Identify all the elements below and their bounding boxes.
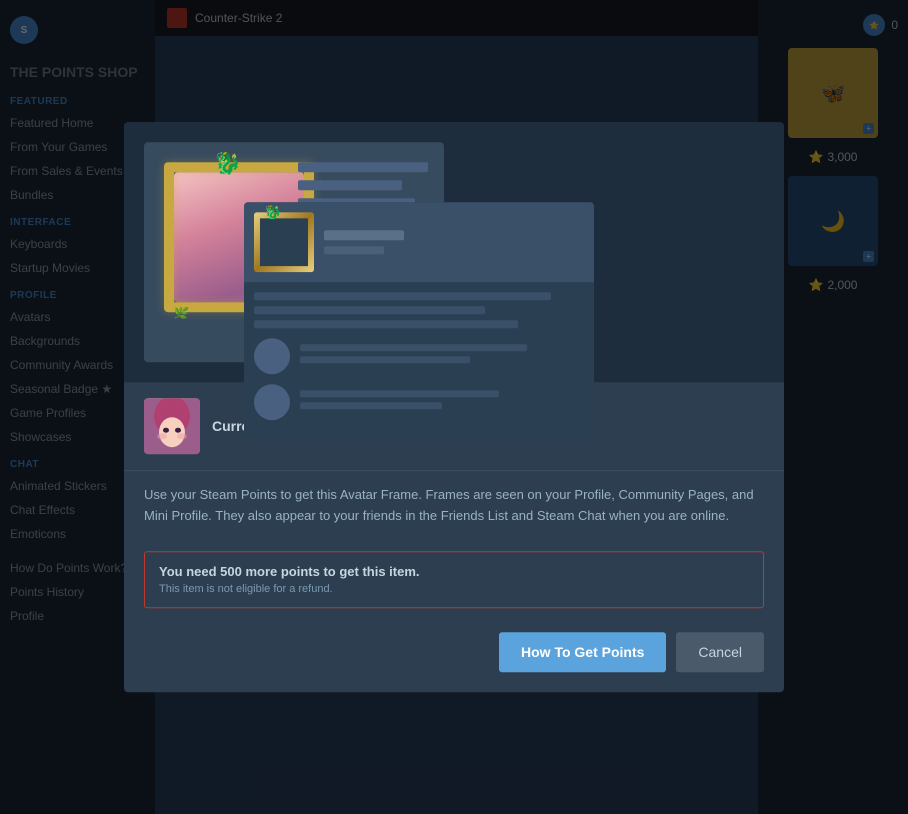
current-avatar [144, 398, 200, 454]
how-to-get-points-button[interactable]: How To Get Points [499, 632, 666, 672]
info-line-1 [298, 162, 428, 172]
sp-mini-line-2 [300, 356, 470, 363]
cancel-button[interactable]: Cancel [676, 632, 764, 672]
sp-section-2 [254, 384, 584, 420]
sp-line-3 [254, 320, 518, 328]
avatar-small-frame: 🐉 [254, 212, 314, 272]
frame-border-small [254, 212, 314, 272]
button-row: How To Get Points Cancel [124, 618, 784, 672]
points-needed-box: You need 500 more points to get this ite… [144, 551, 764, 608]
sp-line-1 [254, 292, 551, 300]
preview-sub-line [324, 246, 384, 254]
points-needed-sub: This item is not eligible for a refund. [159, 583, 749, 595]
points-needed-title: You need 500 more points to get this ite… [159, 564, 749, 579]
preview-name-line [324, 230, 404, 240]
small-preview-header: 🐉 [244, 202, 594, 282]
bottom-ornament: 🌿 [173, 305, 190, 321]
sp-mini-line-4 [300, 402, 442, 409]
preview-area: 🐉 🌿 [124, 122, 784, 382]
sp-section-1 [254, 338, 584, 374]
small-preview-name-block [324, 230, 404, 254]
modal-inner: 🐉 🌿 [124, 122, 784, 692]
sp-mini-lines-2 [300, 390, 584, 414]
sp-mini-avatar [254, 338, 290, 374]
sp-mini-lines [300, 344, 584, 368]
description-text: Use your Steam Points to get this Avatar… [144, 485, 764, 527]
sp-mini-avatar-2 [254, 384, 290, 420]
description-section: Use your Steam Points to get this Avatar… [124, 471, 784, 541]
small-preview-card: 🐉 [244, 202, 594, 442]
small-preview-body [244, 282, 594, 430]
sp-line-2 [254, 306, 485, 314]
modal-dialog: 🐉 🌿 [124, 122, 784, 692]
sp-mini-line-3 [300, 390, 499, 397]
info-line-2 [298, 180, 402, 190]
sp-mini-line-1 [300, 344, 527, 351]
